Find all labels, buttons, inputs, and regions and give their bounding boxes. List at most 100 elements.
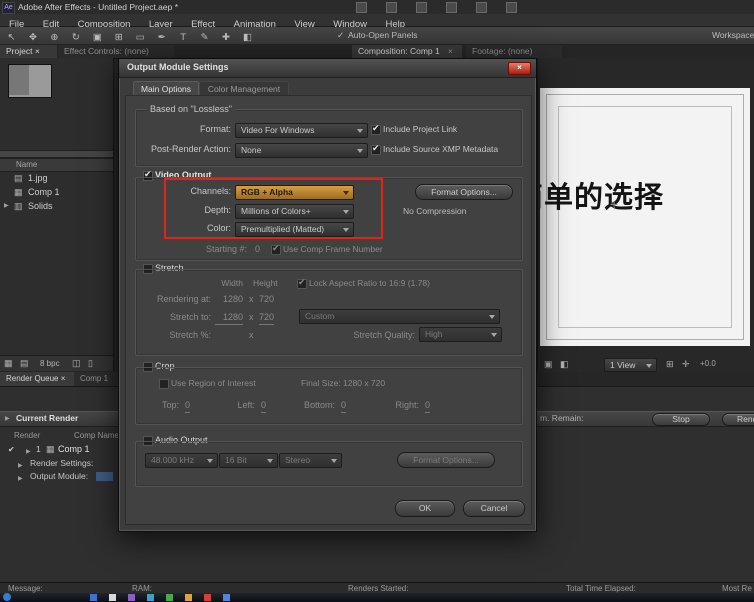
project-item-label[interactable]: Solids: [28, 200, 53, 213]
render-checkbox[interactable]: ✔: [8, 443, 15, 456]
project-item-label[interactable]: Comp 1: [28, 186, 60, 199]
tray-icon[interactable]: [386, 2, 397, 13]
tab-composition-close-icon[interactable]: ×: [448, 45, 453, 58]
list-item[interactable]: ▶ ▥ Solids: [0, 200, 113, 213]
eraser-tool-icon[interactable]: ◧: [240, 31, 255, 45]
windows-start-button[interactable]: [3, 593, 11, 601]
use-roi-checkbox[interactable]: [159, 379, 169, 389]
project-name-header[interactable]: Name: [0, 158, 113, 172]
tab-main-options[interactable]: Main Options: [133, 81, 199, 96]
tab-footage[interactable]: Footage: (none): [466, 45, 562, 58]
taskbar-icon-7[interactable]: [204, 594, 211, 601]
crop-left-field[interactable]: 0: [261, 399, 266, 413]
tab-composition[interactable]: Composition: Comp 1: [352, 45, 462, 58]
zoom-tool-icon[interactable]: ⊕: [47, 31, 62, 45]
lock-aspect-checkbox[interactable]: [297, 279, 307, 289]
stretch-preset-dropdown[interactable]: Custom: [299, 309, 500, 324]
use-comp-frame-checkbox[interactable]: [271, 245, 281, 255]
taskbar-icon-5[interactable]: [166, 594, 173, 601]
starting-number-field[interactable]: 0: [255, 243, 260, 256]
dialog-titlebar[interactable]: Output Module Settings ×: [119, 59, 536, 78]
trash-icon[interactable]: ▯: [88, 357, 93, 370]
stretch-to-height-field[interactable]: 720: [259, 311, 274, 325]
pixel-aspect-icon[interactable]: ✛: [682, 358, 690, 371]
output-module-label[interactable]: Output Module:: [30, 470, 88, 483]
tray-icon[interactable]: [356, 2, 367, 13]
stop-button[interactable]: Stop: [652, 413, 710, 426]
shape-tool-icon[interactable]: ▭: [133, 31, 148, 45]
crop-top-field[interactable]: 0: [185, 399, 190, 413]
format-dropdown[interactable]: Video For Windows: [235, 123, 368, 138]
auto-open-panels-check-icon[interactable]: ✓: [337, 29, 344, 42]
composition-canvas[interactable]: 简单的选择 +: [540, 88, 750, 346]
type-tool-icon[interactable]: T: [176, 31, 191, 45]
table-row[interactable]: ▶ Render Settings:: [0, 457, 113, 470]
cancel-button[interactable]: Cancel: [463, 500, 525, 517]
pen-tool-icon[interactable]: ✒: [154, 31, 169, 45]
list-item[interactable]: ▤ 1.jpg: [0, 172, 113, 185]
table-row[interactable]: ▶ Output Module:: [0, 470, 113, 483]
tab-comp-1[interactable]: Comp 1: [74, 372, 118, 386]
list-item[interactable]: ▦ Comp 1: [0, 186, 113, 199]
crop-bottom-field[interactable]: 0: [341, 399, 346, 413]
camera-tool-icon[interactable]: ▣: [90, 31, 105, 45]
post-render-action-dropdown[interactable]: None: [235, 143, 368, 158]
taskbar-icon-4[interactable]: [147, 594, 154, 601]
dialog-close-button[interactable]: ×: [508, 62, 531, 75]
render-button[interactable]: Render: [722, 413, 754, 426]
table-row[interactable]: ✔ ▶ 1 ▦ Comp 1: [0, 443, 113, 456]
twirl-icon[interactable]: ▶: [18, 473, 23, 486]
taskbar-icon-6[interactable]: [185, 594, 192, 601]
tab-project[interactable]: Project ×: [0, 45, 57, 58]
audio-channels-dropdown[interactable]: Stereo: [279, 453, 342, 468]
tab-effect-controls[interactable]: Effect Controls: (none): [58, 45, 174, 58]
stretch-quality-dropdown[interactable]: High: [419, 327, 502, 342]
audio-depth-dropdown[interactable]: 16 Bit: [219, 453, 278, 468]
exposure-value[interactable]: +0.0: [700, 357, 716, 370]
clone-stamp-tool-icon[interactable]: ✚: [219, 31, 234, 45]
include-project-link-checkbox[interactable]: [371, 125, 381, 135]
bpc-indicator[interactable]: 8 bpc: [40, 357, 60, 370]
taskbar-icon-3[interactable]: [128, 594, 135, 601]
name-column-header[interactable]: Name: [16, 158, 37, 171]
tab-color-management[interactable]: Color Management: [199, 81, 289, 96]
tray-icon[interactable]: [446, 2, 457, 13]
camera-icon[interactable]: ▣: [544, 358, 553, 371]
proxy-icon[interactable]: ◫: [72, 357, 81, 370]
taskbar-icon-8[interactable]: [223, 594, 230, 601]
audio-format-options-button[interactable]: Format Options...: [397, 452, 495, 468]
twirl-icon[interactable]: ▶: [4, 200, 9, 213]
tray-icon[interactable]: [506, 2, 517, 13]
output-module-value-highlight[interactable]: [96, 472, 113, 481]
taskbar-icon-1[interactable]: [90, 594, 97, 601]
grid-icon[interactable]: ⊞: [666, 358, 674, 371]
use-comp-frame-label: Use Comp Frame Number: [283, 243, 383, 256]
view-layout-dropdown[interactable]: 1 View: [604, 358, 657, 372]
column-comp-name: Comp Name: [74, 429, 119, 442]
channels-icon[interactable]: ◧: [560, 358, 569, 371]
ok-button[interactable]: OK: [395, 500, 455, 517]
tray-icon[interactable]: [416, 2, 427, 13]
crop-right-field[interactable]: 0: [425, 399, 430, 413]
project-divider[interactable]: [0, 150, 113, 158]
tray-icon[interactable]: [476, 2, 487, 13]
row-comp-name[interactable]: Comp 1: [58, 443, 90, 456]
selection-tool-icon[interactable]: ↖: [4, 31, 19, 45]
pan-behind-tool-icon[interactable]: ⊞: [111, 31, 126, 45]
workspace-selector[interactable]: Workspace: [712, 29, 754, 42]
hand-tool-icon[interactable]: ✥: [25, 31, 40, 45]
twirl-icon[interactable]: ▶: [5, 413, 10, 426]
render-settings-label[interactable]: Render Settings:: [30, 457, 93, 470]
rotation-tool-icon[interactable]: ↻: [68, 31, 83, 45]
taskbar-icon-2[interactable]: [109, 594, 116, 601]
include-xmp-checkbox[interactable]: [371, 145, 381, 155]
audio-rate-dropdown[interactable]: 48.000 kHz: [145, 453, 218, 468]
stretch-to-width-field[interactable]: 1280: [215, 311, 243, 325]
auto-open-panels-toggle[interactable]: Auto-Open Panels: [348, 29, 417, 42]
new-folder-icon[interactable]: ▦: [4, 357, 13, 370]
tab-render-queue[interactable]: Render Queue ×: [0, 372, 78, 386]
new-comp-icon[interactable]: ▤: [20, 357, 29, 370]
project-item-label[interactable]: 1.jpg: [28, 172, 48, 185]
format-options-button[interactable]: Format Options...: [415, 184, 513, 200]
brush-tool-icon[interactable]: ✎: [197, 31, 212, 45]
